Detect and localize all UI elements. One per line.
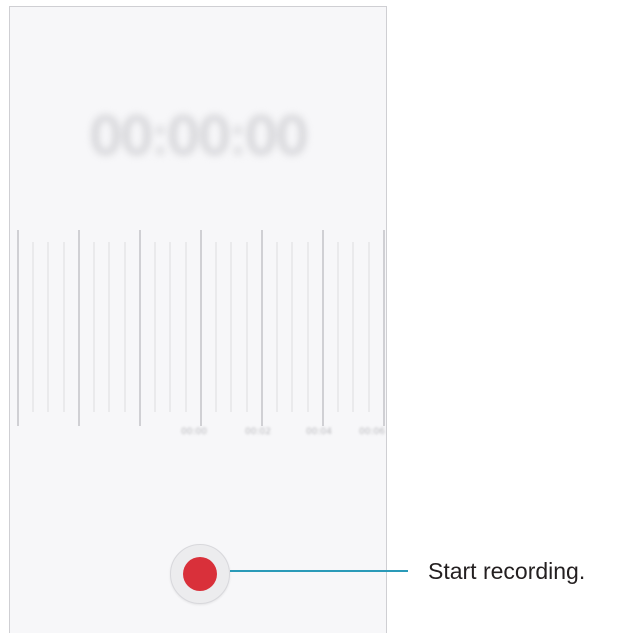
elapsed-time-display: 00:00:00 [89, 107, 309, 167]
timeline-label: 00:00 [181, 427, 207, 437]
timeline-label: 00:06 [359, 427, 385, 437]
callout-line [230, 570, 408, 572]
callout-label: Start recording. [428, 558, 586, 584]
waveform-grid [17, 230, 385, 426]
timeline-label: 00:02 [245, 427, 271, 437]
start-recording-button[interactable] [170, 544, 230, 604]
timeline-label: 00:04 [306, 427, 332, 437]
record-dot-icon [183, 557, 217, 591]
voice-recorder-screen: 00:00:00 00:00 00:02 00:04 00:06 [9, 6, 387, 633]
